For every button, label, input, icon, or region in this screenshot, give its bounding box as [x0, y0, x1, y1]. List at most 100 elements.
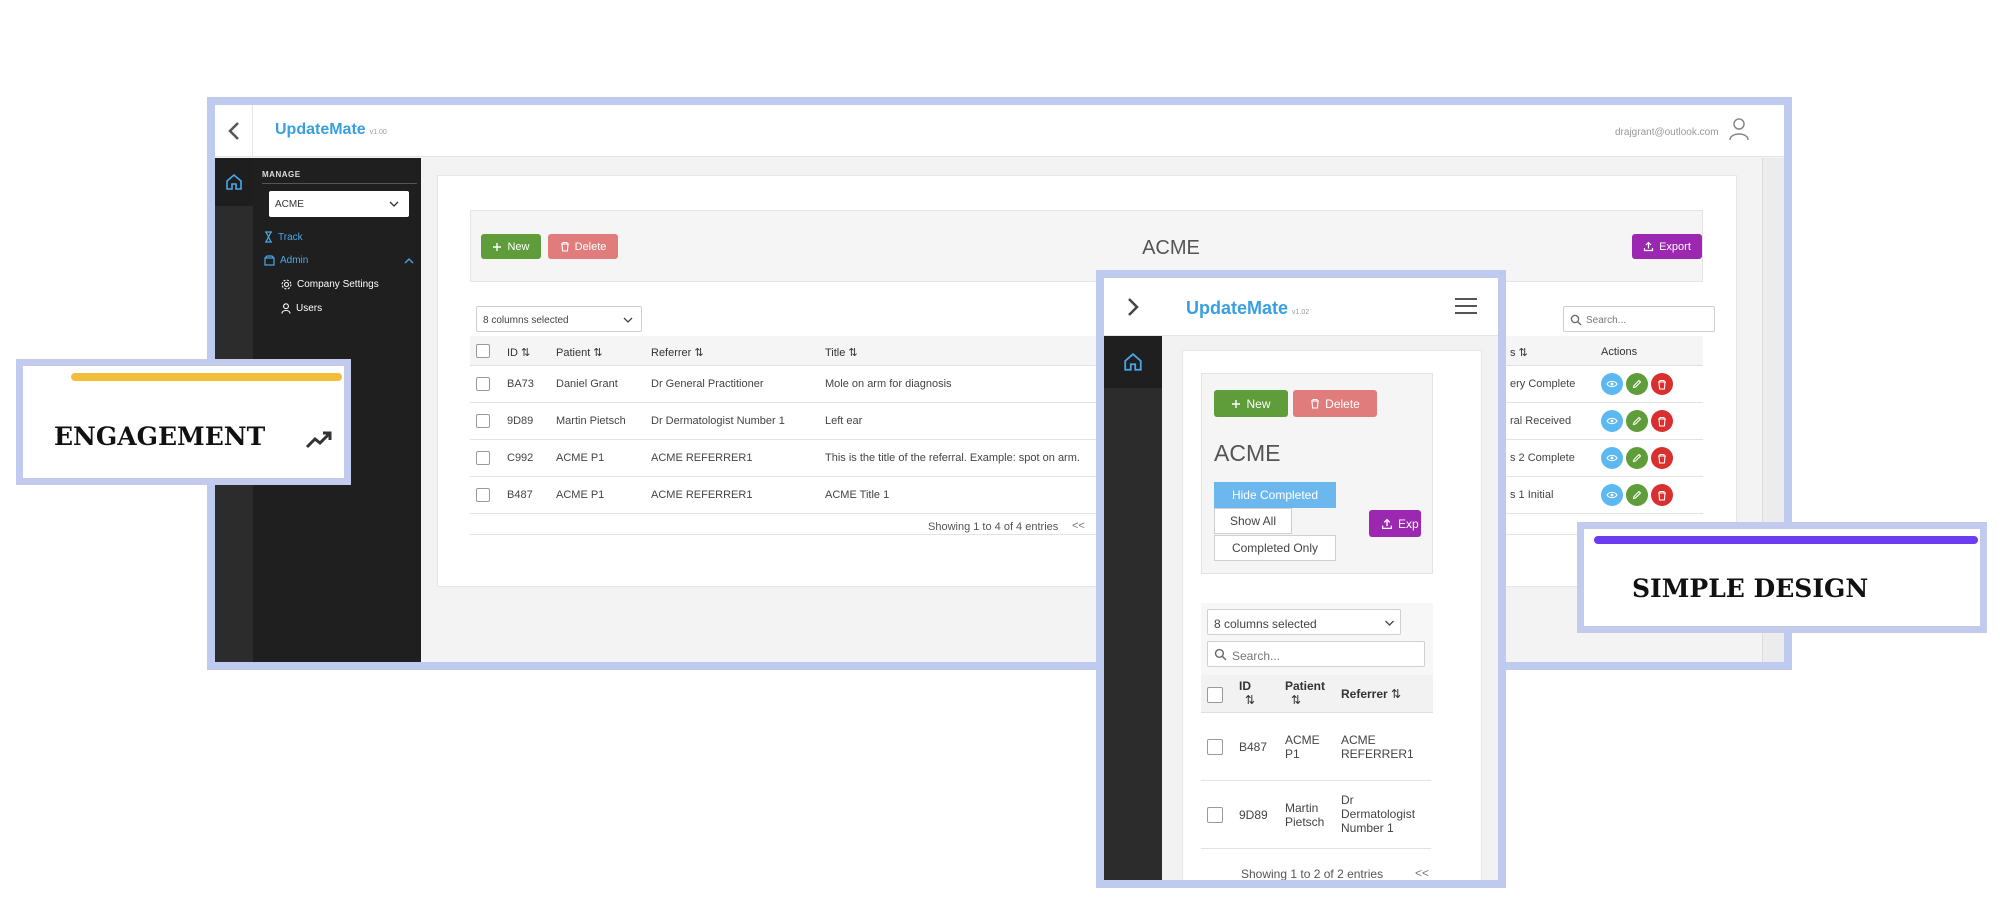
table-footer-info: Showing 1 to 4 of 4 entries [928, 521, 1059, 533]
hide-completed-button[interactable]: Hide Completed [1214, 482, 1336, 508]
column-header-title[interactable]: Title ⇅ [825, 346, 858, 359]
export-button[interactable]: Export [1632, 234, 1702, 259]
engagement-accent-bar [71, 373, 342, 381]
table-row[interactable]: C992 ACME P1 ACME REFERRER1 This is the … [470, 440, 1703, 477]
cell-line: ACME [1341, 733, 1376, 747]
view-button[interactable] [1601, 410, 1623, 432]
columns-select[interactable]: 8 columns selected [1207, 609, 1401, 635]
cell-referrer: Dr Dermatologist Number 1 [1341, 793, 1415, 835]
row-checkbox[interactable] [1207, 739, 1223, 755]
toolbar-panel: New Delete ACME Export [470, 210, 1703, 282]
plus-icon [1232, 399, 1241, 408]
remove-button[interactable] [1651, 410, 1673, 432]
column-header-id[interactable]: ID ⇅ [1239, 679, 1255, 707]
page-title: ACME [1142, 237, 1200, 259]
table-header: ID ⇅ Patient ⇅ Referrer ⇅ [1201, 675, 1433, 713]
brand-logo[interactable]: UpdateMate v1.00 [275, 121, 387, 139]
home-nav[interactable] [215, 158, 253, 206]
table-row[interactable]: 9D89 Martin Pietsch Dr Dermatologist Number… [1201, 781, 1431, 849]
sidebar-item-track[interactable]: Track [264, 231, 303, 243]
chevron-down-icon [1385, 620, 1394, 626]
page-title: ACME [1214, 440, 1281, 466]
sidebar-divider [262, 183, 417, 184]
sidebar-item-label: Users [296, 303, 323, 314]
column-header-referrer[interactable]: Referrer ⇅ [651, 346, 704, 359]
view-button[interactable] [1601, 447, 1623, 469]
show-all-button[interactable]: Show All [1214, 508, 1292, 534]
remove-button[interactable] [1651, 373, 1673, 395]
remove-button[interactable] [1651, 484, 1673, 506]
table-row[interactable]: 9D89 Martin Pietsch Dr Dermatologist Num… [470, 403, 1703, 440]
cell-referrer: ACME REFERRER1 [651, 489, 753, 501]
column-header-patient[interactable]: Patient ⇅ [1285, 679, 1325, 707]
remove-button[interactable] [1651, 447, 1673, 469]
table-header: ID ⇅ Patient ⇅ Referrer ⇅ Title ⇅ s ⇅ Ac… [470, 336, 1703, 366]
cell-title: ACME Title 1 [825, 489, 890, 501]
company-select[interactable]: ACME [269, 191, 409, 217]
sidebar-item-users[interactable]: Users [281, 303, 322, 314]
cell-patient: Martin Pietsch [1285, 801, 1324, 829]
home-nav[interactable] [1104, 336, 1162, 388]
completed-only-button[interactable]: Completed Only [1214, 535, 1336, 561]
view-button[interactable] [1601, 484, 1623, 506]
cell-line: P1 [1285, 747, 1300, 761]
brand-logo[interactable]: UpdateMate v1.02 [1186, 298, 1309, 319]
row-checkbox[interactable] [476, 451, 490, 465]
sidebar-item-company-settings[interactable]: Company Settings [281, 279, 379, 290]
hamburger-menu-icon[interactable] [1454, 297, 1478, 320]
new-button[interactable]: New [1214, 390, 1288, 417]
select-all-checkbox[interactable] [476, 344, 490, 358]
search-input[interactable]: Search... [1563, 306, 1715, 332]
edit-button[interactable] [1626, 410, 1648, 432]
eye-icon [1606, 380, 1618, 388]
row-checkbox[interactable] [476, 488, 490, 502]
delete-button[interactable]: Delete [548, 234, 618, 259]
column-header-label: Patient [556, 347, 591, 359]
column-header-status[interactable]: s ⇅ [1510, 346, 1528, 359]
new-button[interactable]: New [481, 234, 541, 259]
cell-patient: Martin Pietsch [556, 415, 626, 427]
user-icon[interactable] [1728, 117, 1750, 146]
version-label: v1.02 [1292, 309, 1310, 316]
select-all-checkbox[interactable] [1207, 687, 1223, 703]
cell-patient: Daniel Grant [556, 378, 618, 390]
collapse-button[interactable] [215, 105, 253, 157]
expand-button[interactable] [1104, 278, 1162, 336]
column-header-id[interactable]: ID ⇅ [507, 346, 530, 359]
mobile-card: New Delete ACME Hide Completed Show All … [1182, 350, 1482, 880]
row-checkbox[interactable] [1207, 807, 1223, 823]
box-icon [264, 255, 275, 266]
pager-first-button[interactable]: << [1415, 866, 1429, 880]
column-header-referrer[interactable]: Referrer ⇅ [1341, 687, 1401, 701]
edit-button[interactable] [1626, 484, 1648, 506]
view-button[interactable] [1601, 373, 1623, 395]
search-input[interactable]: Search... [1207, 641, 1425, 667]
user-email: drajgrant@outlook.com [1615, 127, 1719, 138]
delete-button[interactable]: Delete [1293, 390, 1377, 417]
eye-icon [1606, 454, 1618, 462]
engagement-label: ENGAGEMENT [54, 422, 266, 451]
column-header-patient[interactable]: Patient ⇅ [556, 346, 603, 359]
chevron-left-icon [227, 122, 239, 140]
new-button-label: New [507, 240, 530, 253]
edit-button[interactable] [1626, 373, 1648, 395]
export-button[interactable]: Exp [1369, 510, 1421, 537]
cell-status: ery Complete [1510, 378, 1576, 390]
column-header-label: Referrer [651, 347, 692, 359]
simple-design-label: SIMPLE DESIGN [1632, 574, 1869, 603]
sidebar-section-label: MANAGE [262, 170, 301, 179]
column-header-label: Patient [1285, 679, 1326, 693]
trending-up-icon [305, 431, 332, 449]
table-row[interactable]: BA73 Daniel Grant Dr General Practitione… [470, 366, 1703, 403]
cell-line: Dermatologist [1341, 807, 1416, 821]
pager-first-button[interactable]: << [1072, 520, 1085, 532]
row-checkbox[interactable] [476, 377, 490, 391]
sidebar-item-admin[interactable]: Admin [264, 255, 414, 266]
table-row[interactable]: B487 ACME P1 ACME REFERRER1 ACME Title 1… [470, 477, 1703, 514]
version-label: v1.00 [369, 129, 387, 136]
row-checkbox[interactable] [476, 414, 490, 428]
edit-button[interactable] [1626, 447, 1648, 469]
columns-select[interactable]: 8 columns selected [476, 306, 642, 332]
cell-referrer: ACME REFERRER1 [1341, 733, 1414, 761]
table-row[interactable]: B487 ACME P1 ACME REFERRER1 [1201, 713, 1431, 781]
